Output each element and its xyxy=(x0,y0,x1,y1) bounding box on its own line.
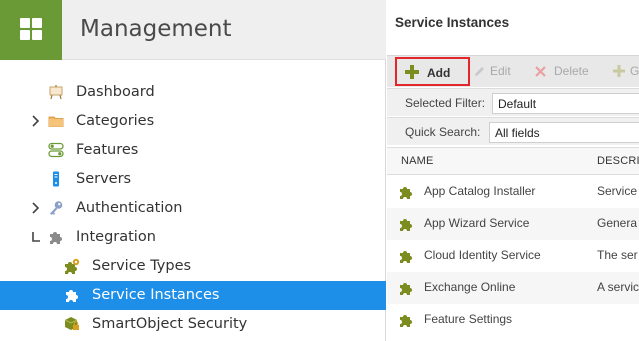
row-name: App Wizard Service xyxy=(424,216,530,230)
puzzle-icon xyxy=(66,290,78,302)
row-description: A servic xyxy=(597,280,639,294)
delete-label: Delete xyxy=(554,64,589,78)
delete-x-icon xyxy=(535,66,546,77)
quick-search-label: Quick Search: xyxy=(405,125,481,139)
page-title: Service Instances xyxy=(395,15,510,30)
smartobject-lock-icon xyxy=(64,317,79,330)
nav-item-service-instances[interactable]: Service Instances xyxy=(0,281,386,310)
key-icon xyxy=(50,201,63,215)
nav-item-features[interactable]: Features xyxy=(0,136,386,165)
table-row[interactable]: App Wizard Service Genera xyxy=(387,208,639,240)
row-name: Feature Settings xyxy=(424,312,513,326)
add-button[interactable]: Add xyxy=(395,57,470,86)
server-icon xyxy=(53,171,59,187)
row-description: The ser xyxy=(597,248,638,262)
nav-item-authentication[interactable]: Authentication xyxy=(0,194,386,223)
quick-search-field-dropdown[interactable]: All fields xyxy=(489,122,639,143)
nav-label: SmartObject Security xyxy=(92,316,248,332)
nav-label: Service Instances xyxy=(92,287,220,303)
partial-label: G xyxy=(630,64,639,78)
nav-label: Authentication xyxy=(76,200,183,216)
column-header-name[interactable]: NAME xyxy=(401,155,434,167)
quick-search-row: Quick Search: All fields xyxy=(387,117,639,145)
delete-button[interactable]: Delete xyxy=(532,61,594,83)
edit-label: Edit xyxy=(490,64,511,78)
management-panel: Management Dashboard Categories Features xyxy=(0,0,386,341)
row-description: Service xyxy=(597,184,638,198)
chevron-right-icon[interactable] xyxy=(31,115,41,127)
pencil-icon xyxy=(475,67,484,76)
selected-filter-dropdown[interactable]: Default xyxy=(492,93,639,114)
selected-filter-row: Selected Filter: Default xyxy=(387,88,639,116)
grid-icon[interactable] xyxy=(0,0,62,60)
add-label: Add xyxy=(427,66,451,80)
puzzle-icon xyxy=(400,315,412,327)
column-header-description[interactable]: DESCRI xyxy=(597,155,639,167)
nav-label: Features xyxy=(76,142,139,158)
nav-label: Dashboard xyxy=(76,84,155,100)
table-row[interactable]: Exchange Online A servic xyxy=(387,272,639,304)
selected-filter-label: Selected Filter: xyxy=(405,96,486,110)
table-header: NAME DESCRI xyxy=(387,147,639,175)
nav-item-dashboard[interactable]: Dashboard xyxy=(0,78,386,107)
chevron-right-icon[interactable] xyxy=(31,202,41,214)
nav-item-integration[interactable]: Integration xyxy=(0,223,386,252)
nav-label: Servers xyxy=(76,171,132,187)
puzzle-icon xyxy=(400,187,412,199)
nav-label: Service Types xyxy=(92,258,192,274)
table-row[interactable]: Cloud Identity Service The ser xyxy=(387,240,639,272)
table-row[interactable]: Feature Settings xyxy=(387,304,639,336)
nav-item-service-types[interactable]: Service Types xyxy=(0,252,386,281)
puzzle-gear-icon xyxy=(65,258,80,274)
nav-item-smartobject-security[interactable]: SmartObject Security xyxy=(0,310,386,339)
easel-icon xyxy=(49,85,63,100)
row-name: Exchange Online xyxy=(424,280,516,294)
plus-icon xyxy=(405,65,419,79)
edit-button[interactable]: Edit xyxy=(470,61,515,83)
row-name: App Catalog Installer xyxy=(424,184,536,198)
row-description: Genera xyxy=(597,216,638,230)
management-header: Management xyxy=(0,0,386,60)
toggle-icon xyxy=(48,142,64,158)
puzzle-icon xyxy=(400,219,412,231)
table-row[interactable]: App Catalog Installer Service xyxy=(387,176,639,208)
row-name: Cloud Identity Service xyxy=(424,248,541,262)
partial-toolbar-button[interactable]: G xyxy=(611,61,639,83)
nav-label: Integration xyxy=(76,229,156,245)
folder-icon xyxy=(48,116,64,127)
service-instances-panel: Service Instances Add Edit Delete G Sele… xyxy=(387,0,639,341)
nav-item-categories[interactable]: Categories xyxy=(0,107,386,136)
management-title: Management xyxy=(80,16,232,42)
puzzle-icon xyxy=(400,283,412,295)
puzzle-icon xyxy=(50,232,62,244)
title-area: Service Instances xyxy=(387,0,639,55)
toolbar: Add Edit Delete G xyxy=(387,55,639,87)
nav-label: Categories xyxy=(76,113,155,129)
puzzle-icon xyxy=(400,251,412,263)
collapse-icon[interactable] xyxy=(30,231,42,243)
plus-icon xyxy=(613,65,625,77)
nav-item-servers[interactable]: Servers xyxy=(0,165,386,194)
